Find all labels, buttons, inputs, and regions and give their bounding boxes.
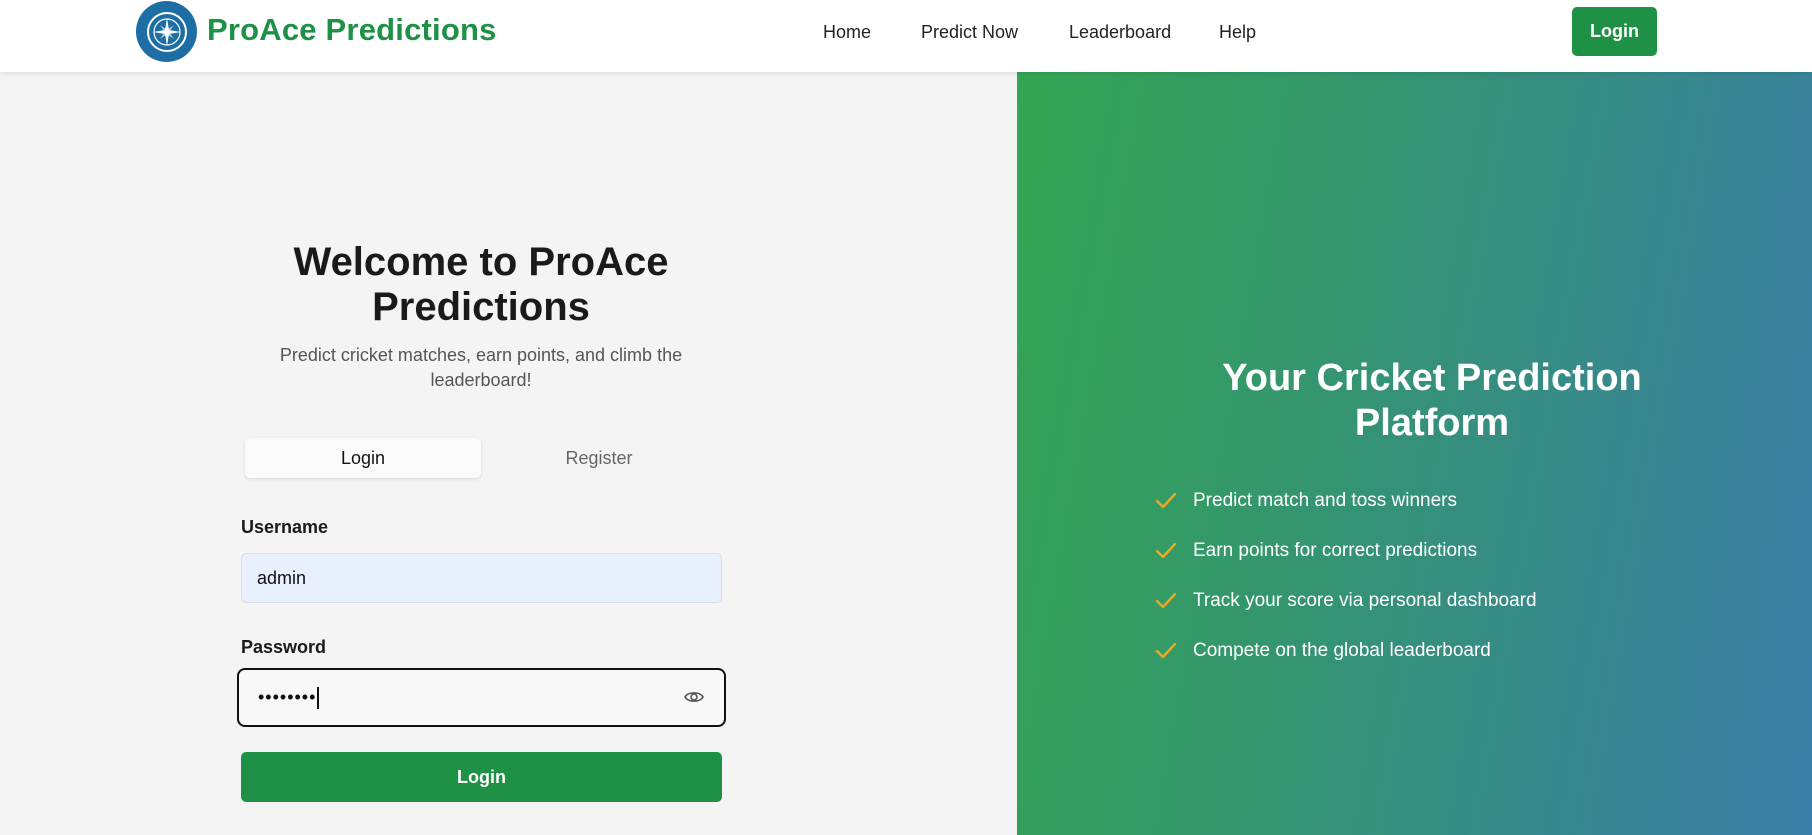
compass-logo-icon[interactable] bbox=[136, 1, 197, 62]
password-input[interactable]: •••••••• bbox=[237, 668, 726, 727]
welcome-title: Welcome to ProAce Predictions bbox=[293, 240, 669, 329]
welcome-subtitle: Predict cricket matches, earn points, an… bbox=[279, 345, 683, 390]
feature-list: Predict match and toss winners Earn poin… bbox=[1154, 476, 1537, 676]
brand-name[interactable]: ProAce Predictions bbox=[207, 12, 497, 48]
feature-item: Compete on the global leaderboard bbox=[1154, 626, 1537, 676]
promo-title: Your Cricket Prediction Platform bbox=[1222, 357, 1642, 444]
tab-login[interactable]: Login bbox=[245, 438, 481, 478]
feature-text: Earn points for correct predictions bbox=[1193, 540, 1478, 561]
username-value: admin bbox=[257, 567, 307, 588]
password-value: •••••••• bbox=[258, 687, 317, 707]
feature-text: Compete on the global leaderboard bbox=[1193, 640, 1491, 661]
feature-item: Predict match and toss winners bbox=[1154, 476, 1537, 526]
check-icon bbox=[1155, 492, 1177, 509]
nav-leaderboard[interactable]: Leaderboard bbox=[1069, 22, 1171, 43]
password-label: Password bbox=[241, 637, 327, 657]
auth-panel: Welcome to ProAce Predictions Predict cr… bbox=[0, 72, 1017, 835]
tab-register[interactable]: Register bbox=[481, 438, 717, 478]
username-input[interactable]: admin bbox=[241, 553, 722, 603]
promo-panel: Your Cricket Prediction Platform Predict… bbox=[1017, 72, 1812, 835]
text-caret bbox=[317, 686, 320, 709]
feature-text: Predict match and toss winners bbox=[1193, 490, 1458, 511]
login-submit-button[interactable]: Login bbox=[241, 752, 722, 802]
check-icon bbox=[1155, 542, 1177, 559]
check-icon bbox=[1155, 642, 1177, 659]
username-label: Username bbox=[241, 517, 329, 537]
auth-tabs: Login Register bbox=[241, 434, 722, 480]
nav-predict-now[interactable]: Predict Now bbox=[921, 22, 1018, 43]
nav-help[interactable]: Help bbox=[1219, 22, 1256, 43]
show-password-eye-icon[interactable] bbox=[683, 686, 705, 708]
top-header: ProAce Predictions Home Predict Now Lead… bbox=[0, 0, 1812, 72]
feature-item: Earn points for correct predictions bbox=[1154, 526, 1537, 576]
feature-text: Track your score via personal dashboard bbox=[1193, 590, 1537, 611]
check-icon bbox=[1155, 592, 1177, 609]
nav-home[interactable]: Home bbox=[823, 22, 871, 43]
header-login-button[interactable]: Login bbox=[1572, 7, 1657, 56]
feature-item: Track your score via personal dashboard bbox=[1154, 576, 1537, 626]
